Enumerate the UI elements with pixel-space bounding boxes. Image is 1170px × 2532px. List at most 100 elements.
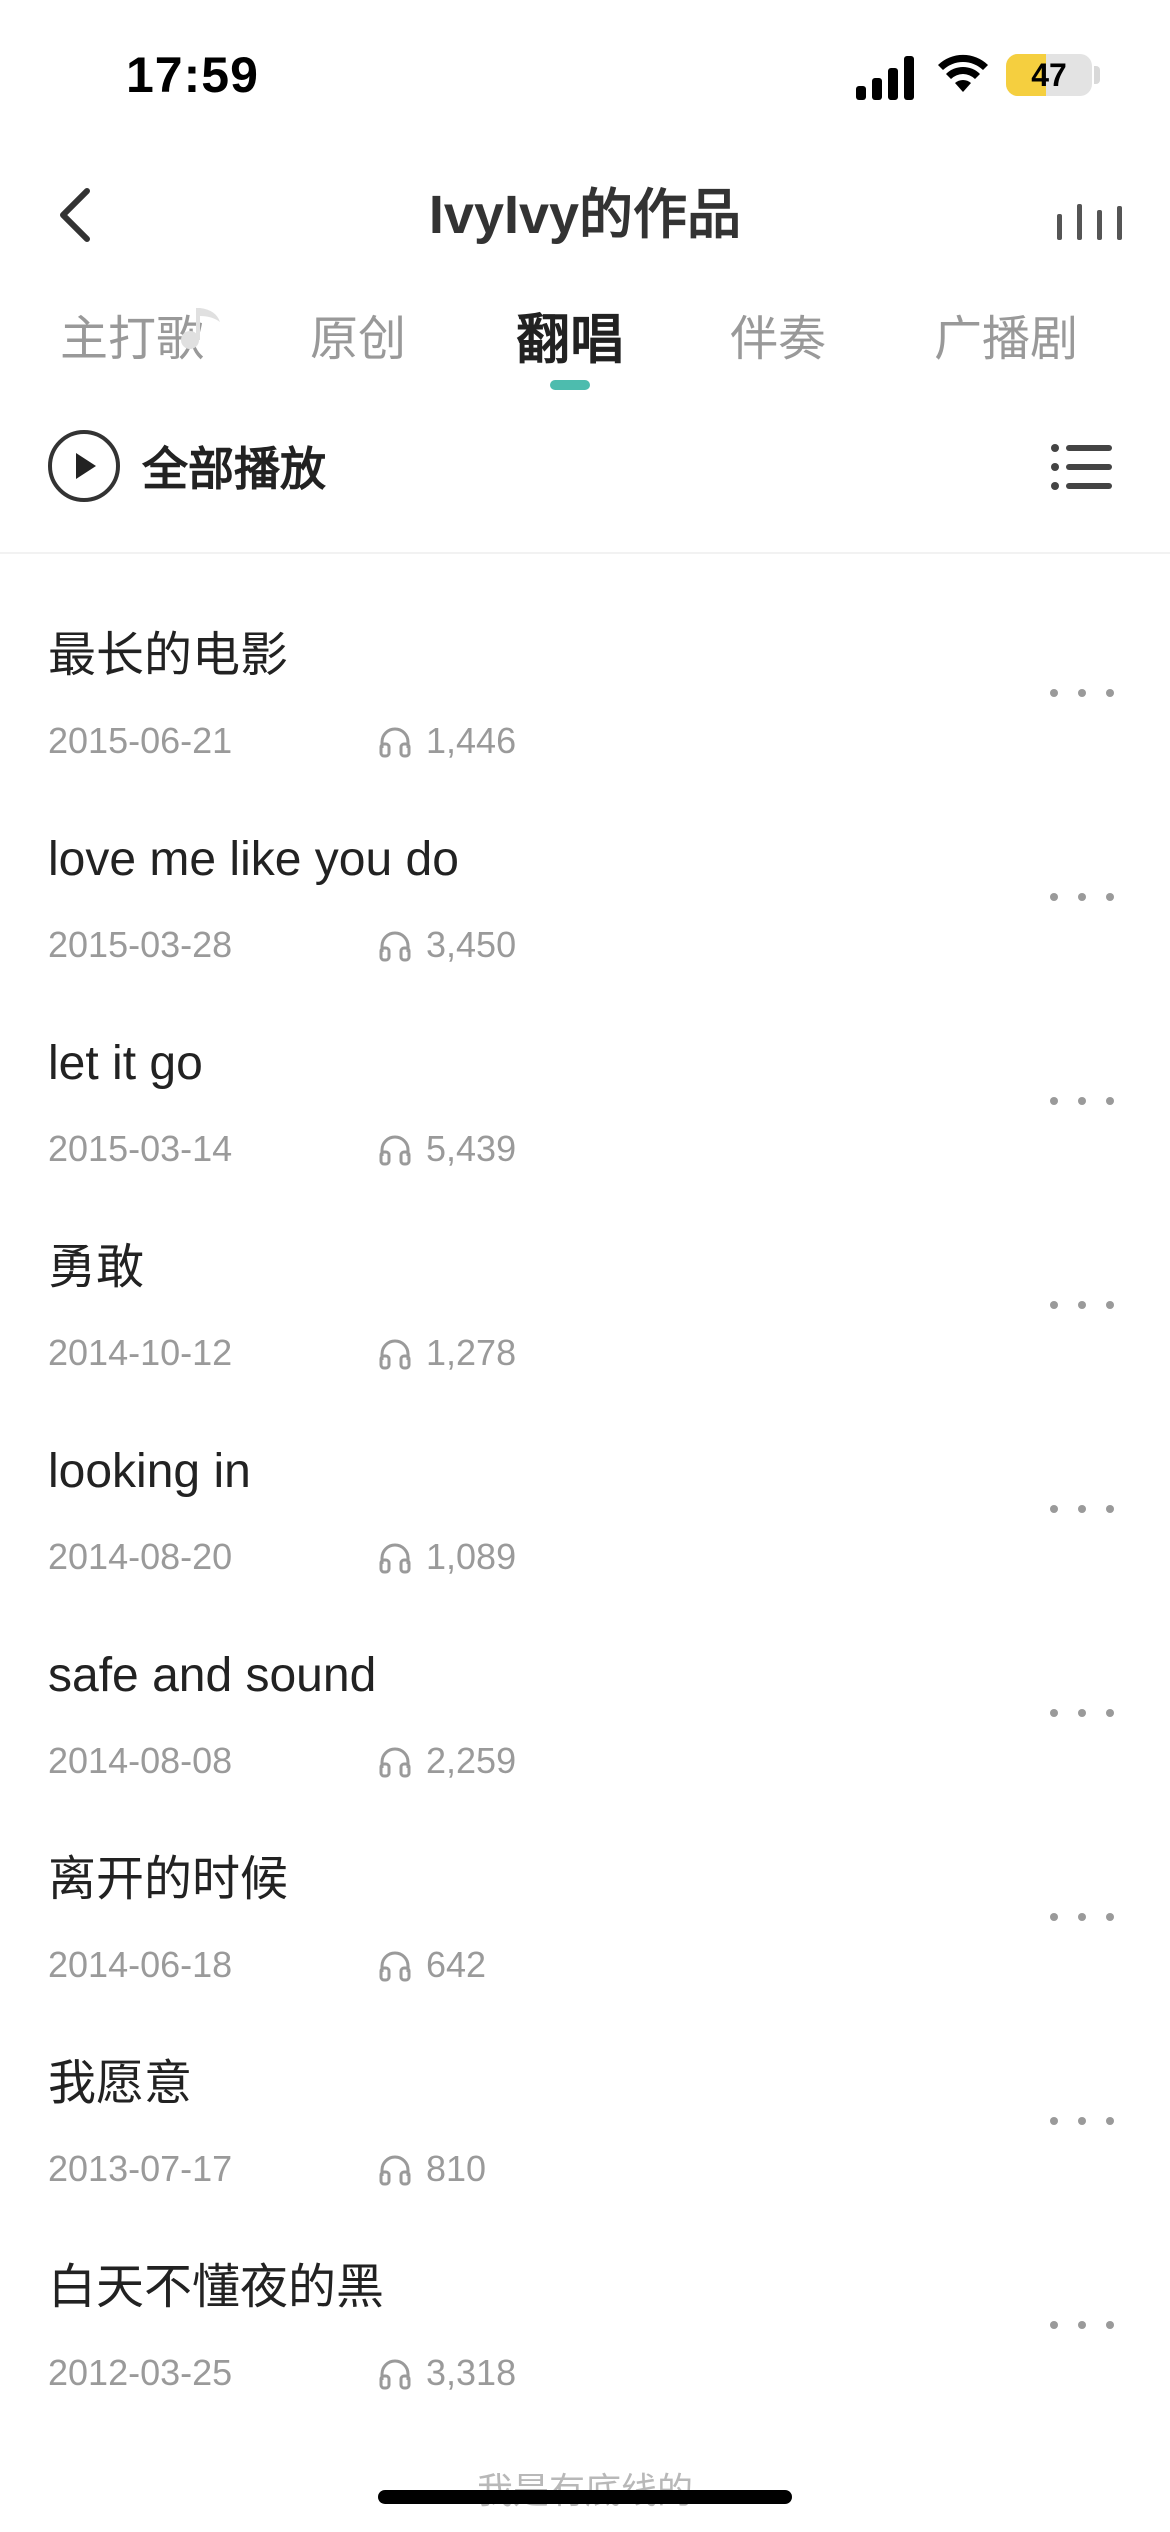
more-dot xyxy=(1106,893,1114,901)
headphone-icon xyxy=(379,2155,411,2186)
battery-tip xyxy=(1094,66,1100,84)
home-indicator[interactable] xyxy=(378,2490,792,2504)
page-title: IvyIvy的作品 xyxy=(428,185,742,245)
song-title: 勇敢 xyxy=(48,1241,145,1294)
song-title: safe and sound xyxy=(48,1649,377,1702)
more-dot xyxy=(1050,893,1058,901)
song-row[interactable]: 我愿意 2013-07-17 810 xyxy=(0,2028,1170,2232)
song-row[interactable]: safe and sound 2014-08-08 2,259 xyxy=(0,1620,1170,1824)
more-dot xyxy=(1106,689,1114,697)
divider xyxy=(0,552,1170,554)
song-date: 2014-08-08 xyxy=(48,1740,233,1781)
song-list: 最长的电影 2015-06-21 1,446 love me like you … xyxy=(0,600,1170,2436)
equalizer-icon xyxy=(1057,204,1122,240)
status-time: 17:59 xyxy=(126,47,259,103)
more-options-button[interactable] xyxy=(1050,1086,1114,1116)
more-options-button[interactable] xyxy=(1050,882,1114,912)
tab-original[interactable]: 原创 xyxy=(310,305,406,375)
song-row[interactable]: 离开的时候 2014-06-18 642 xyxy=(0,1824,1170,2028)
play-triangle-icon xyxy=(76,453,96,479)
song-plays: 2,259 xyxy=(378,1736,516,1786)
song-row[interactable]: 最长的电影 2015-06-21 1,446 xyxy=(0,600,1170,804)
song-row[interactable]: let it go 2015-03-14 5,439 xyxy=(0,1008,1170,1212)
play-count: 3,318 xyxy=(426,2352,517,2393)
song-date: 2015-03-14 xyxy=(48,1128,233,1169)
more-dot xyxy=(1106,2321,1114,2329)
more-dot xyxy=(1106,2117,1114,2125)
more-dot xyxy=(1050,689,1058,697)
song-plays: 810 xyxy=(378,2144,486,2194)
more-dot xyxy=(1106,1301,1114,1309)
song-date: 2014-10-12 xyxy=(48,1332,233,1373)
song-row[interactable]: 白天不懂夜的黑 2012-03-25 3,318 xyxy=(0,2232,1170,2436)
headphone-icon xyxy=(379,1951,411,1982)
song-plays: 1,089 xyxy=(378,1532,516,1582)
song-row[interactable]: 勇敢 2014-10-12 1,278 xyxy=(0,1212,1170,1416)
more-options-button[interactable] xyxy=(1050,1902,1114,1932)
more-options-button[interactable] xyxy=(1050,1698,1114,1728)
song-date: 2014-08-20 xyxy=(48,1536,233,1577)
more-options-button[interactable] xyxy=(1050,1494,1114,1524)
tab-radio-drama[interactable]: 广播剧 xyxy=(934,305,1078,375)
headphone-icon xyxy=(379,1339,411,1370)
play-count: 5,439 xyxy=(426,1128,517,1169)
more-dot xyxy=(1050,2321,1058,2329)
more-options-button[interactable] xyxy=(1050,2310,1114,2340)
song-date: 2013-07-17 xyxy=(48,2148,233,2189)
song-date: 2012-03-25 xyxy=(48,2352,233,2393)
song-row[interactable]: looking in 2014-08-20 1,089 xyxy=(0,1416,1170,1620)
song-plays: 1,446 xyxy=(378,716,516,766)
status-bar: 17:59 47 xyxy=(0,0,1170,150)
play-icon xyxy=(48,430,120,502)
more-dot xyxy=(1078,2117,1086,2125)
tab-cover[interactable]: 翻唱 xyxy=(516,305,624,375)
play-count: 810 xyxy=(426,2148,487,2189)
more-dot xyxy=(1078,1097,1086,1105)
headphone-icon xyxy=(379,1543,411,1574)
more-dot xyxy=(1050,1097,1058,1105)
more-dot xyxy=(1078,2321,1086,2329)
more-dot xyxy=(1050,2117,1058,2125)
now-playing-button[interactable] xyxy=(1050,190,1130,250)
more-dot xyxy=(1106,1097,1114,1105)
more-options-button[interactable] xyxy=(1050,1290,1114,1320)
more-dot xyxy=(1078,1709,1086,1717)
song-title: 白天不懂夜的黑 xyxy=(48,2261,385,2314)
song-title: 最长的电影 xyxy=(48,629,289,682)
song-plays: 1,278 xyxy=(378,1328,516,1378)
more-dot xyxy=(1106,1709,1114,1717)
nav-bar: IvyIvy的作品 xyxy=(0,160,1170,270)
more-dot xyxy=(1050,1505,1058,1513)
more-dot xyxy=(1078,1913,1086,1921)
song-date: 2015-03-28 xyxy=(48,924,233,965)
headphone-icon xyxy=(379,727,411,758)
song-plays: 5,439 xyxy=(378,1124,516,1174)
play-count: 1,446 xyxy=(426,720,517,761)
more-dot xyxy=(1050,1913,1058,1921)
more-dot xyxy=(1106,1505,1114,1513)
more-dot xyxy=(1106,1913,1114,1921)
more-dot xyxy=(1078,689,1086,697)
play-all-label: 全部播放 xyxy=(142,443,326,495)
more-options-button[interactable] xyxy=(1050,678,1114,708)
song-row[interactable]: love me like you do 2015-03-28 3,450 xyxy=(0,804,1170,1008)
play-count: 1,278 xyxy=(426,1332,517,1373)
song-plays: 642 xyxy=(378,1940,486,1990)
tab-accompaniment[interactable]: 伴奏 xyxy=(730,305,826,375)
song-title: 我愿意 xyxy=(48,2057,193,2110)
more-dot xyxy=(1078,893,1086,901)
end-of-list-text: 我是有底线的 xyxy=(0,2462,1170,2514)
headphone-icon xyxy=(379,1747,411,1778)
battery-icon: 47 xyxy=(1006,54,1092,96)
song-date: 2014-06-18 xyxy=(48,1944,233,1985)
more-options-button[interactable] xyxy=(1050,2106,1114,2136)
play-all-row: 全部播放 xyxy=(0,420,1170,530)
song-title: love me like you do xyxy=(48,833,459,886)
music-note-icon xyxy=(181,308,220,349)
battery-level: 47 xyxy=(1031,57,1067,93)
play-all-button[interactable]: 全部播放 xyxy=(48,428,326,504)
more-dot xyxy=(1078,1301,1086,1309)
list-menu-icon[interactable] xyxy=(1050,442,1114,492)
play-count: 2,259 xyxy=(426,1740,517,1781)
more-dot xyxy=(1050,1301,1058,1309)
